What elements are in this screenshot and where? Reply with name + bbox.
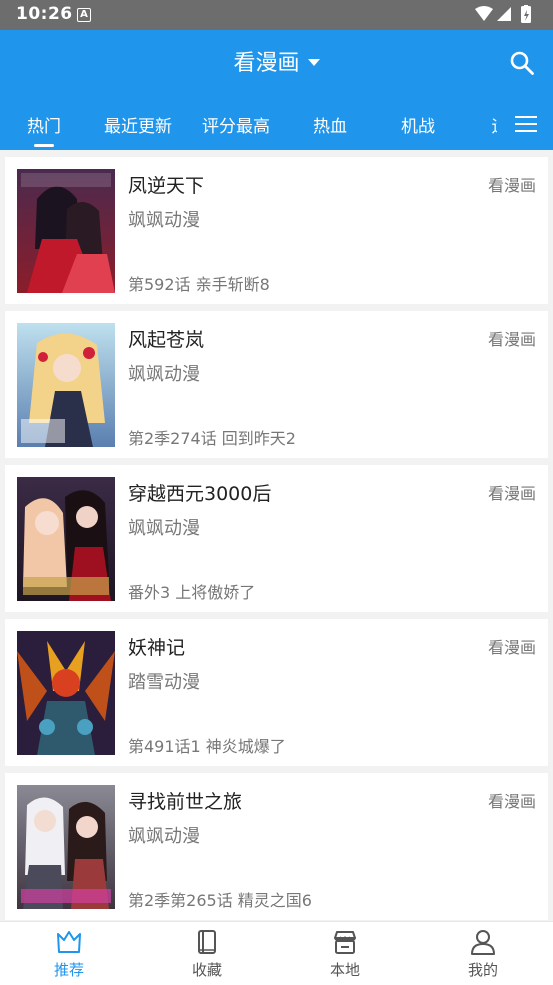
user-icon xyxy=(471,930,495,955)
app-bar: 看漫画 热门 最近更新 评分最高 热血 机战 运 xyxy=(0,30,553,150)
nav-recommend[interactable]: 推荐 xyxy=(0,922,138,985)
nav-label: 推荐 xyxy=(53,961,84,979)
comic-title: 凤逆天下 xyxy=(128,175,205,197)
comic-author: 飒飒动漫 xyxy=(128,518,200,539)
comic-latest-chapter: 番外3 上将傲娇了 xyxy=(128,583,256,602)
comic-latest-chapter: 第2季274话 回到昨天2 xyxy=(128,429,296,448)
crown-icon xyxy=(57,931,81,953)
page-title: 看漫画 xyxy=(233,51,300,76)
comic-cover-image xyxy=(17,169,115,293)
comic-author: 飒飒动漫 xyxy=(128,210,200,231)
notification-icon: A xyxy=(77,8,91,22)
comic-cover-image xyxy=(17,477,115,601)
comic-latest-chapter: 第491话1 神炎城爆了 xyxy=(128,737,286,756)
tab-latest[interactable]: 最近更新 xyxy=(104,112,172,142)
comic-latest-chapter: 第2季第265话 精灵之国6 xyxy=(128,891,312,910)
tab-hot[interactable]: 热门 xyxy=(27,112,61,142)
dropdown-caret-icon xyxy=(307,58,320,66)
comic-title: 风起苍岚 xyxy=(128,329,205,351)
comic-cover-image xyxy=(17,323,115,447)
nav-favorites[interactable]: 收藏 xyxy=(138,922,276,985)
comic-source: 看漫画 xyxy=(487,330,536,349)
nav-local[interactable]: 本地 xyxy=(276,922,414,985)
tab-mecha[interactable]: 机战 xyxy=(401,112,435,142)
tab-top-rated[interactable]: 评分最高 xyxy=(202,112,270,142)
comic-author: 飒飒动漫 xyxy=(128,364,200,385)
comic-card[interactable]: 凤逆天下 飒飒动漫 第592话 亲手斩断8 看漫画 xyxy=(5,157,548,304)
comic-cover-image xyxy=(17,785,115,909)
nav-label: 我的 xyxy=(467,961,498,979)
comic-author: 踏雪动漫 xyxy=(128,672,200,693)
status-bar: 10:26 A xyxy=(0,0,553,30)
book-icon xyxy=(198,930,216,954)
comic-source: 看漫画 xyxy=(487,638,536,657)
status-time: 10:26 xyxy=(16,4,73,24)
comic-latest-chapter: 第592话 亲手斩断8 xyxy=(128,275,270,294)
tab-indicator xyxy=(34,144,54,147)
category-tabs: 热门 最近更新 评分最高 热血 机战 运 xyxy=(0,108,553,150)
store-icon xyxy=(334,931,356,954)
comic-author: 飒飒动漫 xyxy=(128,826,200,847)
bottom-nav: 推荐 收藏 本地 我的 xyxy=(0,921,553,985)
comic-source: 看漫画 xyxy=(487,484,536,503)
comic-title: 妖神记 xyxy=(128,637,186,659)
comic-title: 寻找前世之旅 xyxy=(128,791,243,813)
comic-cover-image xyxy=(17,631,115,755)
comic-card[interactable]: 穿越西元3000后 飒飒动漫 番外3 上将傲娇了 看漫画 xyxy=(5,465,548,612)
tab-hot-blooded[interactable]: 热血 xyxy=(313,112,347,142)
search-icon[interactable] xyxy=(509,50,535,76)
nav-label: 本地 xyxy=(329,961,360,979)
menu-icon[interactable] xyxy=(515,113,537,135)
comic-title: 穿越西元3000后 xyxy=(128,483,272,505)
comic-source: 看漫画 xyxy=(487,176,536,195)
comic-card[interactable]: 寻找前世之旅 飒飒动漫 第2季第265话 精灵之国6 看漫画 xyxy=(5,773,548,920)
system-status-icons xyxy=(475,5,531,23)
nav-mine[interactable]: 我的 xyxy=(414,922,552,985)
source-selector[interactable]: 看漫画 xyxy=(0,48,553,80)
comic-card[interactable]: 风起苍岚 飒飒动漫 第2季274话 回到昨天2 看漫画 xyxy=(5,311,548,458)
comic-card[interactable]: 妖神记 踏雪动漫 第491话1 神炎城爆了 看漫画 xyxy=(5,619,548,766)
nav-label: 收藏 xyxy=(191,961,222,979)
comic-source: 看漫画 xyxy=(487,792,536,811)
